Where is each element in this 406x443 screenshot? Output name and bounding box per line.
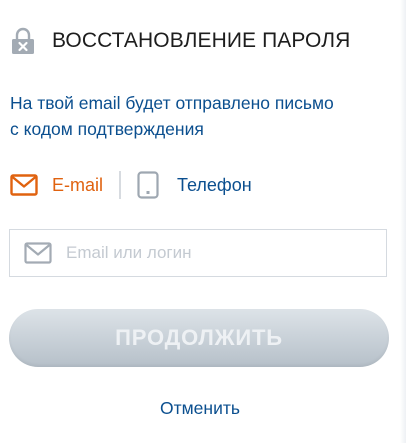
instruction-line-2: с кодом подтверждения <box>10 119 204 139</box>
instruction-line-1: На твой email будет отправлено письмо <box>10 93 334 113</box>
method-email-label: E-mail <box>52 174 104 195</box>
login-field <box>9 229 387 277</box>
method-divider <box>119 171 122 199</box>
recovery-method-switch: E-mail Телефон <box>10 170 252 200</box>
header: ВОССТАНОВЛЕНИЕ ПАРОЛЯ <box>10 26 350 56</box>
panel-edge-shadow <box>400 0 406 443</box>
envelope-icon <box>24 242 52 264</box>
lock-icon <box>12 27 34 54</box>
page-title: ВОССТАНОВЛЕНИЕ ПАРОЛЯ <box>52 29 351 52</box>
cancel-link[interactable]: Отменить <box>0 398 400 419</box>
method-phone-tab[interactable]: Телефон <box>137 171 252 199</box>
method-email-tab[interactable]: E-mail <box>10 174 103 196</box>
password-recovery-panel: ВОССТАНОВЛЕНИЕ ПАРОЛЯ На твой email буде… <box>0 0 406 443</box>
email-or-login-input[interactable] <box>66 243 366 263</box>
continue-button[interactable]: ПРОДОЛЖИТЬ <box>9 309 389 367</box>
phone-icon <box>137 171 159 199</box>
instruction-text: На твой email будет отправлено письмо с … <box>10 90 395 142</box>
envelope-icon <box>10 174 38 196</box>
method-phone-label: Телефон <box>177 174 252 195</box>
